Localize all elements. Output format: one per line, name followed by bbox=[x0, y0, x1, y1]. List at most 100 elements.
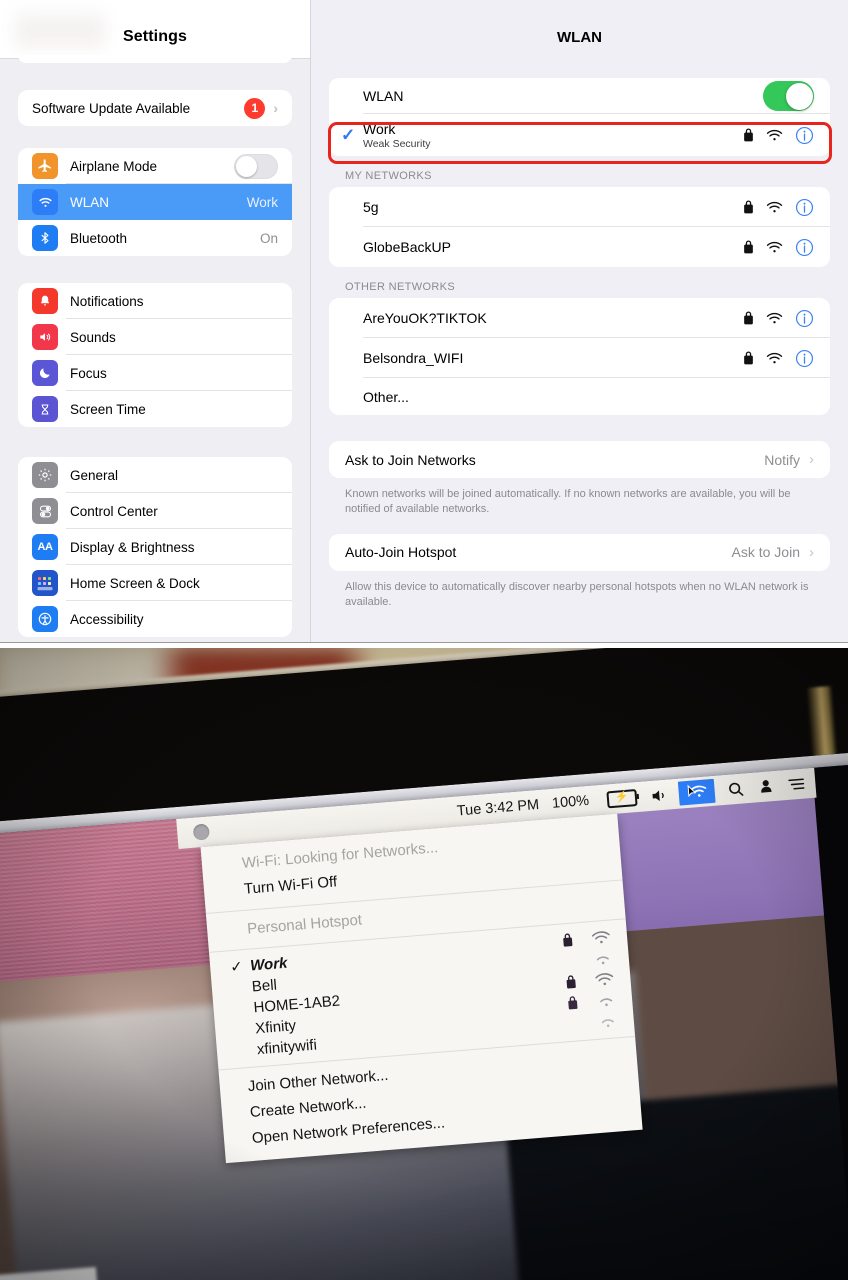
wifi-icon bbox=[766, 129, 783, 142]
sidebar-item-software-update[interactable]: Software Update Available 1 › bbox=[18, 90, 292, 126]
speaker-icon[interactable] bbox=[649, 787, 669, 803]
battery-charging-icon[interactable]: ⚡ bbox=[601, 788, 638, 809]
network-icons bbox=[567, 992, 617, 1011]
menu-bar-dot bbox=[192, 823, 210, 841]
network-row-other-option[interactable]: Other... bbox=[329, 378, 830, 415]
sidebar-item-focus[interactable]: Focus bbox=[18, 355, 292, 391]
airplane-mode-toggle[interactable] bbox=[234, 153, 278, 179]
network-name: Work bbox=[363, 120, 396, 137]
sidebar-item-bluetooth[interactable]: Bluetooth On bbox=[18, 220, 292, 256]
wifi-icon bbox=[591, 929, 612, 946]
sidebar-scroll-area[interactable]: Software Update Available 1 › Airplane M… bbox=[0, 55, 310, 642]
settings-sidebar: Settings Software Update Available 1 › A… bbox=[0, 0, 311, 642]
lock-icon bbox=[562, 933, 574, 948]
ask-to-join-label: Ask to Join Networks bbox=[345, 451, 476, 468]
info-icon[interactable] bbox=[795, 309, 814, 328]
sidebar-item-airplane-mode[interactable]: Airplane Mode bbox=[18, 148, 292, 184]
user-icon[interactable] bbox=[757, 777, 775, 795]
wlan-toggle-label: WLAN bbox=[363, 88, 404, 104]
sliders-icon bbox=[32, 498, 58, 524]
sidebar-item-general[interactable]: General bbox=[18, 457, 292, 493]
network-name: GlobeBackUP bbox=[363, 239, 451, 255]
sidebar-card-clipped bbox=[18, 55, 292, 63]
network-name: 5g bbox=[363, 199, 379, 215]
lock-icon bbox=[743, 240, 754, 254]
update-badge: 1 bbox=[244, 97, 266, 119]
info-icon[interactable] bbox=[795, 238, 814, 257]
page-root: Settings Software Update Available 1 › A… bbox=[0, 0, 848, 1280]
network-row-icons bbox=[743, 349, 814, 368]
ask-to-join-row[interactable]: Ask to Join Networks Notify › bbox=[329, 441, 830, 478]
sidebar-item-control-center[interactable]: Control Center bbox=[18, 493, 292, 529]
other-networks-header: OTHER NETWORKS bbox=[345, 281, 456, 293]
laptop-screen: Tue 3:42 PM 100% ⚡ Wi-Fi: Looking for Ne… bbox=[0, 745, 848, 1280]
network-icons bbox=[565, 971, 615, 990]
sidebar-item-screen-time[interactable]: Screen Time bbox=[18, 391, 292, 427]
toggle-knob bbox=[236, 155, 257, 177]
network-row[interactable]: 5g bbox=[329, 187, 830, 227]
wifi-icon bbox=[766, 201, 783, 214]
sidebar-item-label: Focus bbox=[70, 365, 107, 381]
ask-to-join-value: Notify bbox=[764, 451, 800, 468]
network-name: AreYouOK?TIKTOK bbox=[363, 310, 487, 326]
sidebar-item-label: Screen Time bbox=[70, 401, 146, 417]
wifi-icon bbox=[594, 971, 615, 988]
network-name: Xfinity bbox=[254, 1016, 297, 1038]
network-row-icons bbox=[743, 238, 814, 257]
aa-icon: AA bbox=[32, 534, 58, 560]
wlan-toggle[interactable] bbox=[763, 81, 814, 111]
detail-body: WLAN ✓ Work Weak Security MY NETWORKS 5g… bbox=[311, 78, 848, 609]
my-networks-card: 5g GlobeBackUP bbox=[329, 187, 830, 267]
wifi-dropdown-menu: Wi-Fi: Looking for Networks... Turn Wi-F… bbox=[200, 813, 643, 1163]
toggle-knob bbox=[785, 82, 813, 110]
sidebar-item-display-brightness[interactable]: AA Display & Brightness bbox=[18, 529, 292, 565]
ipad-settings-screenshot: Settings Software Update Available 1 › A… bbox=[0, 0, 848, 643]
lock-icon bbox=[565, 975, 577, 990]
page-title: Settings bbox=[123, 28, 187, 45]
sidebar-item-sounds[interactable]: Sounds bbox=[18, 319, 292, 355]
network-row[interactable]: GlobeBackUP bbox=[329, 227, 830, 267]
sidebar-item-value: On bbox=[259, 230, 278, 246]
network-row[interactable]: AreYouOK?TIKTOK bbox=[329, 298, 830, 338]
checkmark-icon: ✓ bbox=[229, 958, 244, 977]
info-icon[interactable] bbox=[795, 126, 814, 145]
sidebar-item-label: Display & Brightness bbox=[70, 539, 195, 555]
search-icon[interactable] bbox=[727, 780, 745, 798]
auto-join-hotspot-row[interactable]: Auto-Join Hotspot Ask to Join › bbox=[329, 534, 830, 571]
other-networks-card: AreYouOK?TIKTOK Belsondra_WIFI Other... bbox=[329, 298, 830, 415]
network-icons bbox=[563, 950, 613, 969]
speaker-icon bbox=[32, 324, 58, 350]
list-icon[interactable] bbox=[787, 776, 806, 791]
network-name: Work bbox=[249, 954, 289, 975]
wlan-card: WLAN ✓ Work Weak Security bbox=[329, 78, 830, 156]
info-icon[interactable] bbox=[795, 349, 814, 368]
sidebar-header: Settings bbox=[0, 0, 310, 59]
sidebar-item-label: Control Center bbox=[70, 503, 158, 519]
network-icons bbox=[562, 929, 612, 948]
grid-icon bbox=[32, 570, 58, 596]
wlan-toggle-row[interactable]: WLAN bbox=[329, 78, 830, 114]
wifi-icon[interactable] bbox=[677, 778, 716, 806]
chevron-right-icon: › bbox=[809, 543, 814, 561]
bluetooth-icon bbox=[32, 225, 58, 251]
sidebar-item-home-screen-dock[interactable]: Home Screen & Dock bbox=[18, 565, 292, 601]
network-name: Belsondra_WIFI bbox=[363, 350, 464, 366]
sidebar-card-connectivity: Airplane Mode WLAN Work Bluetooth On bbox=[18, 148, 292, 256]
network-row[interactable]: Belsondra_WIFI bbox=[329, 338, 830, 378]
network-row-connected[interactable]: ✓ Work Weak Security bbox=[329, 114, 830, 156]
menu-bar-clock[interactable]: Tue 3:42 PM bbox=[456, 797, 540, 820]
menu-bar-battery-percent[interactable]: 100% bbox=[551, 793, 589, 812]
sidebar-card-alerts: Notifications Sounds Focus Screen Time bbox=[18, 283, 292, 427]
network-name: xfinitywifi bbox=[256, 1036, 318, 1059]
chevron-right-icon: › bbox=[273, 100, 278, 116]
auto-join-hotspot-card: Auto-Join Hotspot Ask to Join › bbox=[329, 533, 830, 571]
sidebar-item-notifications[interactable]: Notifications bbox=[18, 283, 292, 319]
wifi-icon bbox=[596, 992, 617, 1009]
sidebar-item-label: Bluetooth bbox=[70, 230, 128, 246]
sidebar-item-accessibility[interactable]: Accessibility bbox=[18, 601, 292, 637]
chevron-right-icon: › bbox=[809, 451, 814, 468]
network-row-icons bbox=[743, 198, 814, 217]
info-icon[interactable] bbox=[795, 198, 814, 217]
sidebar-item-wlan[interactable]: WLAN Work bbox=[18, 184, 292, 220]
sidebar-card-system: General Control Center AA Display & Brig… bbox=[18, 457, 292, 637]
